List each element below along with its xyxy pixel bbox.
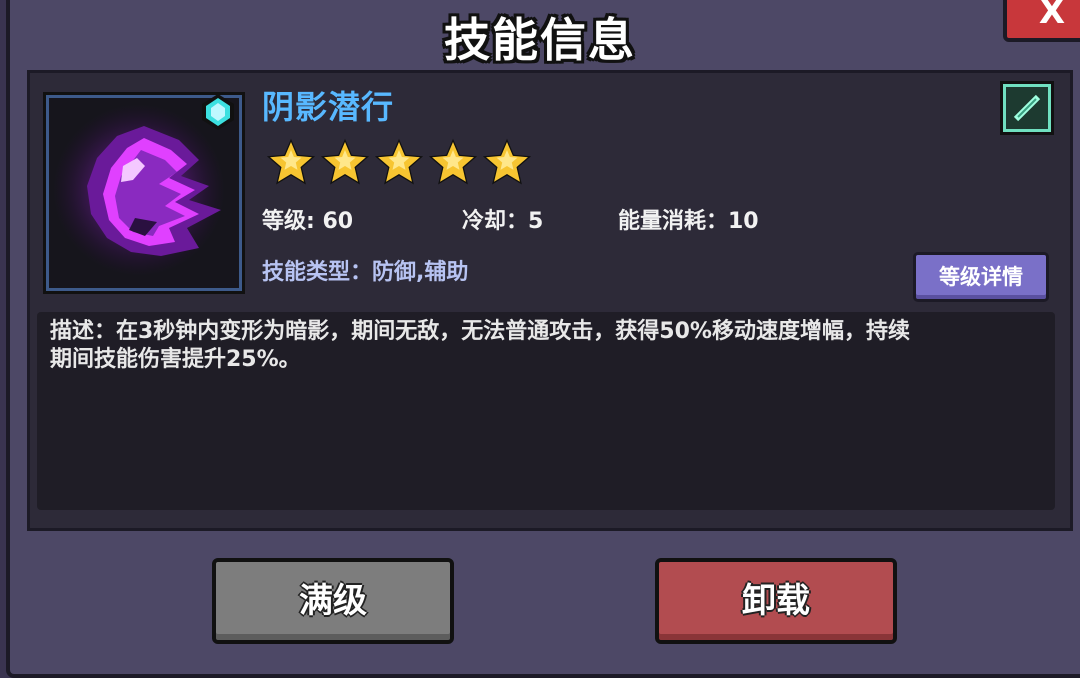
skill-level: 等级: 60 [262,209,354,234]
skill-description: 描述：在3秒钟内变形为暗影，期间无敌，无法普通攻击，获得50%移动速度增幅，持续… [50,318,1050,374]
cyan-gem-icon [202,94,234,130]
skill-cooldown: 冷却：5 [462,209,544,234]
skill-energy-cost: 能量消耗：10 [618,209,759,234]
skill-name: 阴影潜行 [262,88,395,126]
level-detail-button[interactable]: 等级详情 [913,252,1049,302]
max-level-button[interactable]: 满级 [212,558,454,644]
description-line: 描述：在3秒钟内变形为暗影，期间无敌，无法普通攻击，获得50%移动速度增幅，持续 [50,319,910,344]
weapon-slot-icon[interactable] [1003,84,1051,132]
dialog-title: 技能信息 [444,13,636,67]
skill-type: 技能类型：防御,辅助 [262,260,469,285]
unload-button[interactable]: 卸载 [655,558,897,644]
close-icon: X [1038,0,1066,32]
sword-icon [1013,94,1041,122]
description-line: 期间技能伤害提升25%。 [50,347,301,372]
close-button[interactable]: X [1003,0,1080,42]
star-rating [266,138,532,185]
